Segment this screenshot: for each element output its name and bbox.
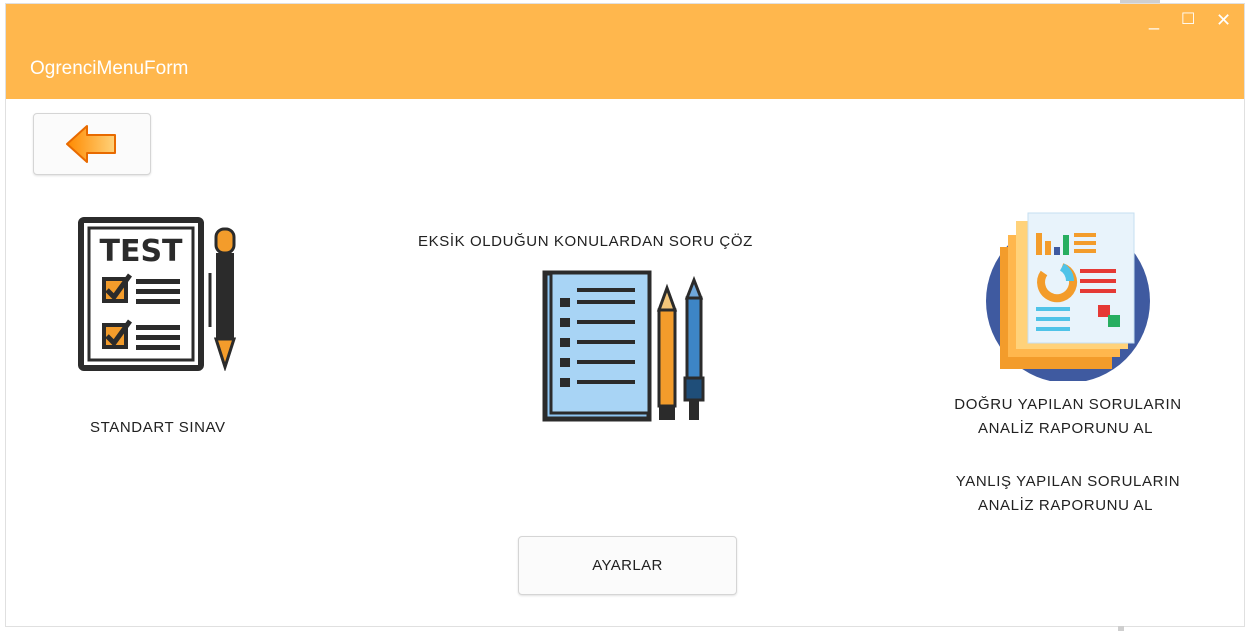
window-title: OgrenciMenuForm — [30, 58, 189, 79]
settings-button-label: AYARLAR — [592, 557, 663, 574]
correct-report-line1[interactable]: DOĞRU YAPILAN SORULARIN — [928, 396, 1208, 413]
close-button[interactable]: ✕ — [1216, 9, 1231, 31]
back-button[interactable] — [33, 113, 151, 175]
title-bar[interactable]: _ ☐ ✕ — [6, 4, 1244, 39]
settings-button[interactable]: AYARLAR — [518, 536, 737, 595]
minimize-button[interactable]: _ — [1149, 9, 1159, 31]
svg-text:TEST: TEST — [99, 234, 183, 269]
analytics-report-icon[interactable] — [984, 211, 1154, 381]
background-fragment — [1120, 0, 1160, 3]
form-header — [6, 39, 1244, 99]
test-checklist-icon[interactable]: TEST — [78, 217, 242, 371]
correct-report-line2[interactable]: ANALİZ RAPORUNU AL — [978, 420, 1153, 437]
wrong-report-line1[interactable]: YANLIŞ YAPILAN SORULARIN — [928, 473, 1208, 490]
background-fragment — [1118, 626, 1124, 631]
weak-topics-label[interactable]: EKSİK OLDUĞUN KONULARDAN SORU ÇÖZ — [418, 233, 753, 250]
standard-exam-label[interactable]: STANDART SINAV — [90, 419, 226, 436]
back-arrow-icon — [66, 125, 116, 163]
document-pencils-icon[interactable] — [539, 270, 711, 422]
wrong-report-line2[interactable]: ANALİZ RAPORUNU AL — [978, 497, 1153, 514]
maximize-button[interactable]: ☐ — [1181, 9, 1195, 31]
